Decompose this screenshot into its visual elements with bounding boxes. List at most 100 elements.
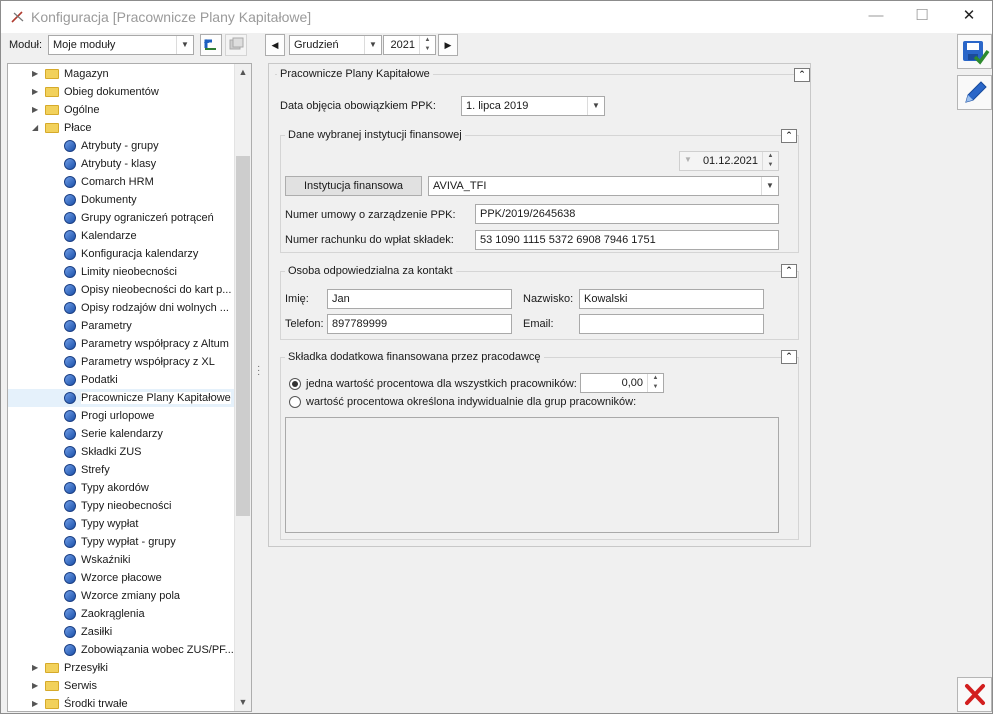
minimize-button[interactable]: — <box>853 1 899 31</box>
month-select[interactable]: Grudzień ▼ <box>289 35 382 55</box>
first-name-label: Imię: <box>285 293 309 305</box>
last-name-label: Nazwisko: <box>523 293 574 305</box>
tree-folder-item[interactable]: ◢ Płace <box>8 119 234 137</box>
tree-folder-item[interactable]: ▶ Magazyn <box>8 65 234 83</box>
tree-leaf-item[interactable]: Grupy ograniczeń potrąceń <box>8 209 234 227</box>
phone-input[interactable]: 897789999 <box>327 314 512 334</box>
spin-up-icon[interactable]: ▲ <box>648 374 663 383</box>
spin-down-icon[interactable]: ▼ <box>420 45 435 54</box>
maximize-button[interactable]: ☐ <box>899 1 945 31</box>
module-select[interactable]: Moje moduły ▼ <box>48 35 194 55</box>
collapse-icon[interactable]: ⌃ <box>781 264 797 278</box>
tree-leaf-item[interactable]: Atrybuty - klasy <box>8 155 234 173</box>
spin-up-icon[interactable]: ▲ <box>420 36 435 45</box>
save-icon <box>963 41 990 65</box>
phone-value: 897789999 <box>332 318 388 330</box>
single-rate-label: jedna wartość procentowa dla wszystkich … <box>306 378 577 390</box>
spin-up-icon[interactable]: ▲ <box>763 152 778 161</box>
refresh-button[interactable] <box>200 34 222 56</box>
tree-expand-icon[interactable]: ▶ <box>32 699 40 709</box>
year-spinner[interactable]: 2021 ▲ ▼ <box>383 35 436 55</box>
previous-month-button[interactable]: ◀ <box>265 34 285 56</box>
tree-leaf-item[interactable]: Pracownicze Plany Kapitałowe <box>8 389 234 407</box>
tree-leaf-item[interactable]: Konfiguracja kalendarzy <box>8 245 234 263</box>
as-of-date-field[interactable]: ▼ 01.12.2021 ▲ ▼ <box>679 151 779 171</box>
tree-leaf-item[interactable]: Podatki <box>8 371 234 389</box>
tree-item-label: Obieg dokumentów <box>64 86 159 98</box>
tree-expand-icon[interactable]: ▶ <box>32 69 40 79</box>
splitter-handle[interactable]: · · · <box>257 362 260 380</box>
single-rate-radio[interactable] <box>289 378 301 390</box>
close-window-button[interactable]: ✕ <box>946 1 992 31</box>
tree-folder-item[interactable]: ▶ Ogólne <box>8 101 234 119</box>
tree-scrollbar[interactable]: ▲ ▼ <box>234 64 251 711</box>
tree-leaf-item[interactable]: Parametry współpracy z XL <box>8 353 234 371</box>
spinner-arrows[interactable]: ▲ ▼ <box>419 36 435 54</box>
tree-leaf-item[interactable]: Limity nieobecności <box>8 263 234 281</box>
collapse-icon[interactable]: ⌃ <box>794 68 810 82</box>
group-rate-label: wartość procentowa określona indywidualn… <box>306 396 637 408</box>
tree-expand-icon[interactable]: ▶ <box>32 105 40 115</box>
spin-down-icon[interactable]: ▼ <box>763 161 778 170</box>
next-month-button[interactable]: ▶ <box>438 34 458 56</box>
collapse-icon[interactable]: ⌃ <box>781 350 797 364</box>
scroll-thumb[interactable] <box>236 156 250 516</box>
tree-leaf-item[interactable]: Atrybuty - grupy <box>8 137 234 155</box>
tree-leaf-item[interactable]: Parametry współpracy z Altum <box>8 335 234 353</box>
tree-leaf-item[interactable]: Parametry <box>8 317 234 335</box>
scroll-up-icon[interactable]: ▲ <box>235 64 251 81</box>
spinner-arrows[interactable]: ▲ ▼ <box>762 152 778 170</box>
tree-leaf-item[interactable]: Wzorce płacowe <box>8 569 234 587</box>
save-button[interactable] <box>957 34 992 69</box>
tree-leaf-item[interactable]: Zaokrąglenia <box>8 605 234 623</box>
tree-leaf-item[interactable]: Składki ZUS <box>8 443 234 461</box>
institution-select[interactable]: AVIVA_TFI ▼ <box>428 176 779 196</box>
spinner-arrows[interactable]: ▲ ▼ <box>647 374 663 392</box>
tree-leaf-item[interactable]: Typy akordów <box>8 479 234 497</box>
tree-leaf-item[interactable]: Dokumenty <box>8 191 234 209</box>
tree-leaf-item[interactable]: Comarch HRM <box>8 173 234 191</box>
tree-leaf-item[interactable]: Serie kalendarzy <box>8 425 234 443</box>
institution-button[interactable]: Instytucja finansowa <box>285 176 422 196</box>
tree-leaf-item[interactable]: Typy wypłat - grupy <box>8 533 234 551</box>
tree-expand-icon[interactable]: ▶ <box>32 663 40 673</box>
cancel-button[interactable] <box>957 677 992 712</box>
tree-folder-item[interactable]: ▶ Środki trwałe <box>8 695 234 711</box>
contact-group-title: Osoba odpowiedzialna za kontakt <box>285 265 456 277</box>
account-number-input[interactable]: 53 1090 1115 5372 6908 7946 1751 <box>475 230 779 250</box>
spin-down-icon[interactable]: ▼ <box>648 383 663 392</box>
tree-item-label: Magazyn <box>64 68 109 80</box>
tree-leaf-item[interactable]: Opisy rodzajów dni wolnych ... <box>8 299 234 317</box>
tree-folder-item[interactable]: ▶ Serwis <box>8 677 234 695</box>
tree-leaf-item[interactable]: Wskaźniki <box>8 551 234 569</box>
tree-leaf-item[interactable]: Typy wypłat <box>8 515 234 533</box>
group-rate-radio[interactable] <box>289 396 301 408</box>
ppk-date-select[interactable]: 1. lipca 2019 ▼ <box>461 96 605 116</box>
tree-leaf-item[interactable]: Opisy nieobecności do kart p... <box>8 281 234 299</box>
edit-button[interactable] <box>957 75 992 110</box>
tree-leaf-item[interactable]: Kalendarze <box>8 227 234 245</box>
last-name-input[interactable]: Kowalski <box>579 289 764 309</box>
scroll-down-icon[interactable]: ▼ <box>235 694 251 711</box>
tree-leaf-item[interactable]: Zasiłki <box>8 623 234 641</box>
tree-folder-item[interactable]: ▶ Przesyłki <box>8 659 234 677</box>
tree-leaf-item[interactable]: Wzorce zmiany pola <box>8 587 234 605</box>
as-of-date-value: 01.12.2021 <box>702 155 758 167</box>
tree-expand-icon[interactable]: ▶ <box>32 681 40 691</box>
group-rates-list[interactable] <box>285 417 779 533</box>
tree-leaf-item[interactable]: Zobowiązania wobec ZUS/PF... <box>8 641 234 659</box>
tree-leaf-item[interactable]: Progi urlopowe <box>8 407 234 425</box>
first-name-input[interactable]: Jan <box>327 289 512 309</box>
tree-expand-icon[interactable]: ▶ <box>32 87 40 97</box>
tree-leaf-item[interactable]: Typy nieobecności <box>8 497 234 515</box>
ppk-date-value: 1. lipca 2019 <box>466 100 529 112</box>
tree-folder-item[interactable]: ▶ Obieg dokumentów <box>8 83 234 101</box>
contract-number-input[interactable]: PPK/2019/2645638 <box>475 204 779 224</box>
collapse-icon[interactable]: ⌃ <box>781 129 797 143</box>
email-input[interactable] <box>579 314 764 334</box>
single-rate-spinner[interactable]: 0,00 ▲ ▼ <box>580 373 664 393</box>
copy-button[interactable] <box>225 34 247 56</box>
config-tree[interactable]: ▶ Magazyn ▶ Obieg dokumentów ▶ Ogólne ◢ Płace At… <box>7 63 252 712</box>
tree-leaf-item[interactable]: Strefy <box>8 461 234 479</box>
tree-collapse-icon[interactable]: ◢ <box>32 123 40 133</box>
